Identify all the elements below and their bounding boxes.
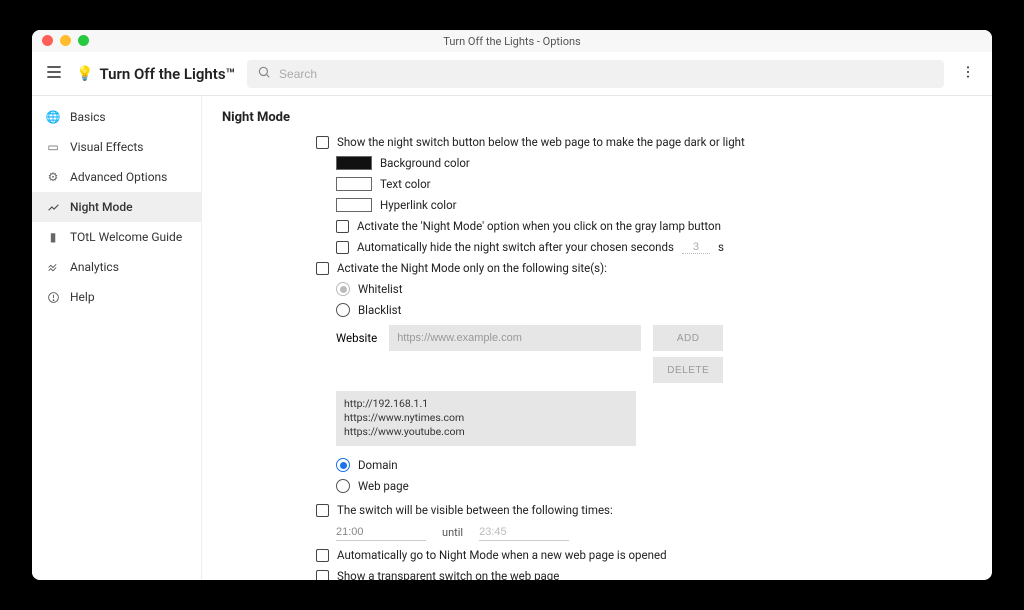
label-activate-on-lamp: Activate the 'Night Mode' option when yo… — [357, 219, 721, 233]
sidebar-item-label: Advanced Options — [70, 170, 167, 184]
add-button[interactable]: ADD — [653, 325, 723, 351]
label-autohide: Automatically hide the night switch afte… — [357, 240, 674, 254]
radio-whitelist[interactable] — [336, 282, 350, 296]
swatch-hyperlink-color[interactable] — [336, 198, 372, 212]
checkbox-show-switch[interactable] — [316, 136, 329, 149]
checkbox-time-visible[interactable] — [316, 504, 329, 517]
search-input[interactable] — [279, 67, 934, 81]
label-transparent-switch: Show a transparent switch on the web pag… — [337, 569, 559, 580]
sidebar-item-label: TOtL Welcome Guide — [70, 230, 182, 244]
window-title: Turn Off the Lights - Options — [443, 35, 580, 48]
radio-blacklist[interactable] — [336, 303, 350, 317]
label-website: Website — [336, 325, 377, 345]
checkbox-sites-only[interactable] — [316, 262, 329, 275]
sidebar-item-night-mode[interactable]: Night Mode — [32, 192, 201, 222]
sidebar-item-label: Help — [70, 290, 95, 304]
page-title: Night Mode — [222, 110, 972, 125]
sidebar-item-label: Basics — [70, 110, 106, 124]
input-time-from[interactable] — [336, 524, 426, 541]
help-icon — [46, 290, 60, 304]
globe-icon: 🌐 — [46, 110, 60, 124]
radio-domain[interactable] — [336, 458, 350, 472]
label-background-color: Background color — [380, 156, 470, 170]
menu-icon[interactable] — [44, 62, 64, 85]
label-auto-night: Automatically go to Night Mode when a ne… — [337, 548, 667, 562]
label-autohide-suffix: s — [718, 240, 724, 254]
window-minimize-button[interactable] — [60, 35, 71, 46]
sidebar-item-label: Visual Effects — [70, 140, 143, 154]
analytics-icon — [46, 260, 60, 274]
sidebar-item-advanced-options[interactable]: ⚙ Advanced Options — [32, 162, 201, 192]
sidebar-item-welcome-guide[interactable]: ▮ TOtL Welcome Guide — [32, 222, 201, 252]
input-autohide-seconds[interactable] — [682, 241, 710, 254]
search-field[interactable] — [247, 60, 944, 88]
sidebar: 🌐 Basics ▭ Visual Effects ⚙ Advanced Opt… — [32, 96, 202, 580]
content-area: Night Mode Show the night switch button … — [202, 96, 992, 580]
site-list-box[interactable]: http://192.168.1.1 https://www.nytimes.c… — [336, 391, 636, 446]
site-list-item[interactable]: https://www.nytimes.com — [344, 411, 628, 425]
checkbox-auto-night[interactable] — [316, 549, 329, 562]
window-zoom-button[interactable] — [78, 35, 89, 46]
label-hyperlink-color: Hyperlink color — [380, 198, 457, 212]
window-close-button[interactable] — [42, 35, 53, 46]
label-web-page: Web page — [358, 479, 409, 493]
sidebar-item-analytics[interactable]: Analytics — [32, 252, 201, 282]
label-sites-only: Activate the Night Mode only on the foll… — [337, 261, 607, 275]
label-text-color: Text color — [380, 177, 431, 191]
video-icon: ▭ — [46, 140, 60, 154]
bookmark-icon: ▮ — [46, 230, 60, 244]
bulb-icon: 💡 — [76, 66, 93, 82]
input-website-url[interactable] — [389, 325, 641, 351]
checkbox-activate-on-lamp[interactable] — [336, 220, 349, 233]
sidebar-item-label: Analytics — [70, 260, 119, 274]
label-whitelist: Whitelist — [358, 282, 402, 296]
checkbox-transparent-switch[interactable] — [316, 570, 329, 581]
more-icon[interactable] — [956, 60, 980, 87]
swatch-text-color[interactable] — [336, 177, 372, 191]
sidebar-item-visual-effects[interactable]: ▭ Visual Effects — [32, 132, 201, 162]
label-until: until — [442, 526, 463, 539]
swatch-background-color[interactable] — [336, 156, 372, 170]
top-bar: 💡 Turn Off the Lights™ — [32, 52, 992, 96]
night-icon — [46, 200, 60, 214]
site-list-item[interactable]: http://192.168.1.1 — [344, 397, 628, 411]
sidebar-item-basics[interactable]: 🌐 Basics — [32, 102, 201, 132]
label-show-switch: Show the night switch button below the w… — [337, 135, 745, 149]
search-icon — [257, 65, 271, 82]
label-blacklist: Blacklist — [358, 303, 401, 317]
checkbox-autohide[interactable] — [336, 241, 349, 254]
delete-button[interactable]: DELETE — [653, 357, 723, 383]
sidebar-item-help[interactable]: Help — [32, 282, 201, 312]
radio-web-page[interactable] — [336, 479, 350, 493]
window-titlebar: Turn Off the Lights - Options — [32, 30, 992, 52]
input-time-to[interactable] — [479, 524, 569, 541]
label-time-visible: The switch will be visible between the f… — [337, 503, 613, 517]
brand: 💡 Turn Off the Lights™ — [76, 65, 235, 83]
sidebar-item-label: Night Mode — [70, 200, 133, 214]
gear-icon: ⚙ — [46, 170, 60, 184]
label-domain: Domain — [358, 458, 398, 472]
site-list-item[interactable]: https://www.youtube.com — [344, 425, 628, 439]
brand-title: Turn Off the Lights™ — [99, 65, 235, 83]
